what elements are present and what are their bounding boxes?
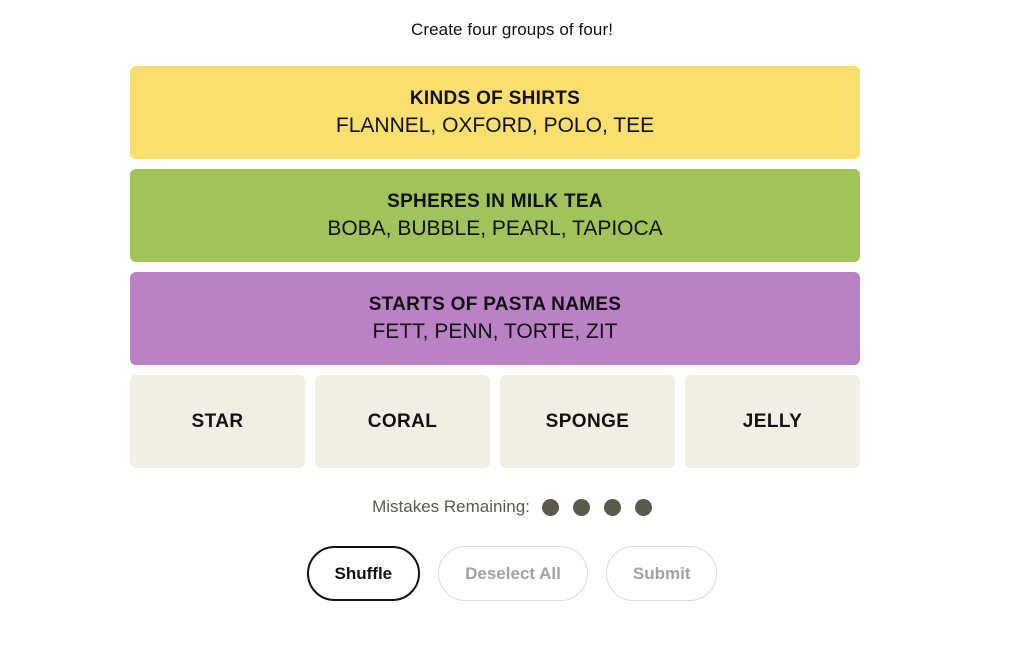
mistake-dot bbox=[634, 498, 652, 516]
solved-group-row: SPHERES IN MILK TEA BOBA, BUBBLE, PEARL,… bbox=[130, 169, 860, 262]
word-tile[interactable]: STAR bbox=[130, 375, 305, 468]
word-tile[interactable]: SPONGE bbox=[500, 375, 675, 468]
connections-game: Create four groups of four! KINDS OF SHI… bbox=[0, 0, 1024, 648]
solved-group-members: FETT, PENN, TORTE, ZIT bbox=[372, 319, 618, 343]
deselect-all-button-label: Deselect All bbox=[465, 563, 561, 583]
shuffle-button-label: Shuffle bbox=[334, 563, 393, 583]
solved-group-title: SPHERES IN MILK TEA bbox=[387, 190, 603, 212]
action-buttons: Shuffle Deselect All Submit bbox=[0, 546, 1024, 601]
solved-group-green: SPHERES IN MILK TEA BOBA, BUBBLE, PEARL,… bbox=[130, 169, 860, 262]
solved-group-title: STARTS OF PASTA NAMES bbox=[368, 293, 622, 315]
submit-button-label: Submit bbox=[632, 563, 691, 583]
mistake-dot bbox=[572, 498, 590, 516]
mistake-dot bbox=[603, 498, 621, 516]
word-tile-label: SPONGE bbox=[545, 410, 630, 432]
word-tile-label: CORAL bbox=[367, 410, 438, 432]
mistakes-remaining: Mistakes Remaining: bbox=[0, 493, 1024, 521]
word-tile[interactable]: JELLY bbox=[685, 375, 860, 468]
mistake-dot bbox=[541, 498, 559, 516]
puzzle-board: KINDS OF SHIRTS FLANNEL, OXFORD, POLO, T… bbox=[130, 66, 860, 478]
solved-group-title: KINDS OF SHIRTS bbox=[409, 87, 581, 109]
word-tile-label: JELLY bbox=[742, 410, 803, 432]
solved-group-members: FLANNEL, OXFORD, POLO, TEE bbox=[335, 113, 655, 137]
solved-group-row: STARTS OF PASTA NAMES FETT, PENN, TORTE,… bbox=[130, 272, 860, 365]
solved-group-purple: STARTS OF PASTA NAMES FETT, PENN, TORTE,… bbox=[130, 272, 860, 365]
tile-row: STAR CORAL SPONGE JELLY bbox=[130, 375, 860, 468]
shuffle-button[interactable]: Shuffle bbox=[306, 546, 421, 601]
deselect-all-button[interactable]: Deselect All bbox=[438, 546, 588, 601]
solved-group-yellow: KINDS OF SHIRTS FLANNEL, OXFORD, POLO, T… bbox=[130, 66, 860, 159]
mistakes-remaining-label: Mistakes Remaining: bbox=[372, 497, 530, 516]
instruction-text: Create four groups of four! bbox=[410, 20, 614, 39]
word-tile-label: STAR bbox=[191, 410, 244, 432]
submit-button[interactable]: Submit bbox=[605, 546, 718, 601]
solved-group-row: KINDS OF SHIRTS FLANNEL, OXFORD, POLO, T… bbox=[130, 66, 860, 159]
mistakes-dots bbox=[541, 498, 652, 516]
solved-group-members: BOBA, BUBBLE, PEARL, TAPIOCA bbox=[327, 216, 663, 240]
word-tile[interactable]: CORAL bbox=[315, 375, 490, 468]
